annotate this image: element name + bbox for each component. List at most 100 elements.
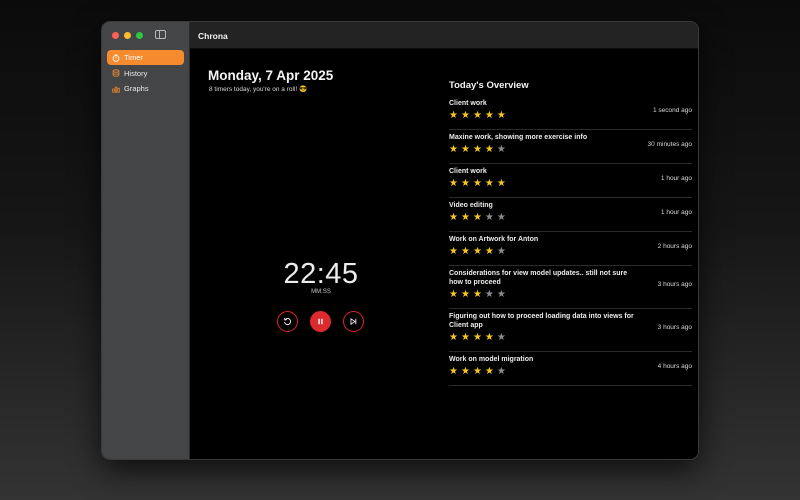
skip-icon <box>350 318 357 325</box>
star-icon: ★ <box>449 110 458 121</box>
overview-row[interactable]: Figuring out how to proceed loading data… <box>449 309 692 352</box>
overview-entry-title: Client work <box>449 168 487 175</box>
sidebar-item-label: History <box>124 68 148 78</box>
overview-entry-title: Maxine work, showing more exercise info <box>449 134 588 141</box>
overview-entry-time: 2 hours ago <box>657 243 692 250</box>
overview-list: Client work 1 second ago ★ ★ ★ ★ ★ Maxine work,… <box>449 96 692 386</box>
overview-entry-time: 4 hours ago <box>657 363 692 370</box>
star-icon: ★ <box>449 246 458 257</box>
sidebar-item-timer[interactable]: Timer <box>107 50 184 65</box>
skip-button[interactable] <box>343 311 364 332</box>
star-icon: ★ <box>472 246 482 257</box>
timer-summary-text: 8 timers today, you're on a roll! 😎 <box>209 86 308 93</box>
star-icon: ★ <box>496 332 506 343</box>
title-bar: Chrona <box>190 22 698 49</box>
sidebar-item-label: Timer <box>124 53 143 62</box>
star-icon: ★ <box>449 144 458 155</box>
star-icon: ★ <box>449 178 458 189</box>
star-icon: ★ <box>460 110 470 121</box>
reset-button[interactable] <box>277 311 298 332</box>
star-rating: ★ ★ ★ ★ ★ <box>449 179 506 189</box>
overview-entry-time: 1 second ago <box>652 107 692 114</box>
star-icon: ★ <box>460 212 470 223</box>
star-icon: ★ <box>496 246 506 257</box>
history-icon <box>112 69 120 77</box>
overview-row[interactable]: Video editing 1 hour ago ★ ★ ★ ★ ★ <box>449 198 692 232</box>
star-icon: ★ <box>472 110 482 121</box>
star-icon: ★ <box>484 289 494 300</box>
app-title: Chrona <box>198 31 228 41</box>
zoom-window-button[interactable] <box>136 32 143 39</box>
overview-row[interactable]: Work on Artwork for Anton 2 hours ago ★ ★ ★ ★… <box>449 232 692 266</box>
star-icon: ★ <box>472 366 482 377</box>
star-icon: ★ <box>472 212 482 223</box>
star-icon: ★ <box>472 144 482 155</box>
sidebar-item-history[interactable]: History <box>107 66 184 81</box>
overview-entry-time: 30 minutes ago <box>647 141 692 148</box>
star-rating: ★ ★ ★ ★ ★ <box>449 290 506 300</box>
timer-display: 22:45 <box>283 258 359 290</box>
sidebar: Timer History Graphs <box>102 22 190 459</box>
star-icon: ★ <box>496 110 506 121</box>
overview-entry-title: Work on Artwork for Anton <box>449 236 539 243</box>
pause-button[interactable] <box>310 311 331 332</box>
overview-entry-time: 3 hours ago <box>657 324 692 331</box>
overview-title: Today's Overview <box>449 80 529 91</box>
star-icon: ★ <box>472 289 482 300</box>
star-icon: ★ <box>484 332 494 343</box>
overview-entry-time: 1 hour ago <box>660 209 692 216</box>
star-icon: ★ <box>460 144 470 155</box>
star-rating: ★ ★ ★ ★ ★ <box>449 145 506 155</box>
overview-entry-time: 3 hours ago <box>657 281 692 288</box>
sidebar-item-label: Graphs <box>124 84 149 93</box>
star-icon: ★ <box>449 366 458 377</box>
star-icon: ★ <box>472 178 482 189</box>
overview-entry-title: Work on model migration <box>449 356 534 363</box>
star-rating: ★ ★ ★ ★ ★ <box>449 111 506 121</box>
star-icon: ★ <box>472 332 482 343</box>
window-controls <box>112 32 143 39</box>
app-window: Timer History Graphs Chrona Monday, 7 Ap… <box>101 21 699 460</box>
star-icon: ★ <box>460 289 470 300</box>
overview-row[interactable]: Work on model migration 4 hours ago ★ ★ ★ ★ ★ <box>449 352 692 386</box>
overview-row[interactable]: Considerations for view model updates.. … <box>449 266 692 309</box>
pause-icon <box>318 318 323 325</box>
timer-icon <box>112 53 120 62</box>
star-icon: ★ <box>484 110 494 121</box>
sidebar-item-graphs[interactable]: Graphs <box>107 81 184 96</box>
star-rating: ★ ★ ★ ★ ★ <box>449 333 506 343</box>
graphs-icon <box>112 85 120 93</box>
overview-entry-title: Video editing <box>449 202 493 209</box>
star-icon: ★ <box>496 289 506 300</box>
star-rating: ★ ★ ★ ★ ★ <box>449 213 506 223</box>
star-icon: ★ <box>484 178 494 189</box>
star-icon: ★ <box>484 366 494 377</box>
reset-icon <box>284 318 291 326</box>
overview-entry-title: Client work <box>449 100 487 107</box>
star-icon: ★ <box>496 178 506 189</box>
page-title: Monday, 7 Apr 2025 <box>208 68 334 83</box>
close-window-button[interactable] <box>112 32 119 39</box>
main-content: Monday, 7 Apr 2025 8 timers today, you'r… <box>190 49 698 459</box>
timer-format-label: MM:SS <box>311 289 331 295</box>
sidebar-toggle-icon[interactable] <box>155 30 166 39</box>
star-icon: ★ <box>484 144 494 155</box>
star-icon: ★ <box>496 366 506 377</box>
overview-row[interactable]: Maxine work, showing more exercise info 3… <box>449 130 692 164</box>
star-icon: ★ <box>460 332 470 343</box>
star-rating: ★ ★ ★ ★ ★ <box>449 247 506 257</box>
star-icon: ★ <box>484 246 494 257</box>
star-icon: ★ <box>449 289 458 300</box>
overview-row[interactable]: Client work 1 hour ago ★ ★ ★ ★ ★ <box>449 164 692 198</box>
minimize-window-button[interactable] <box>124 32 131 39</box>
overview-entry-time: 1 hour ago <box>660 175 692 182</box>
star-icon: ★ <box>460 178 470 189</box>
star-icon: ★ <box>496 212 506 223</box>
sidebar-nav: Timer History Graphs <box>107 50 184 97</box>
overview-entry-title: Figuring out how to proceed loading data… <box>449 313 634 329</box>
overview-row[interactable]: Client work 1 second ago ★ ★ ★ ★ ★ <box>449 96 692 130</box>
star-icon: ★ <box>460 366 470 377</box>
star-icon: ★ <box>496 144 506 155</box>
overview-entry-title: Considerations for view model updates.. … <box>449 270 628 286</box>
star-icon: ★ <box>449 212 458 223</box>
